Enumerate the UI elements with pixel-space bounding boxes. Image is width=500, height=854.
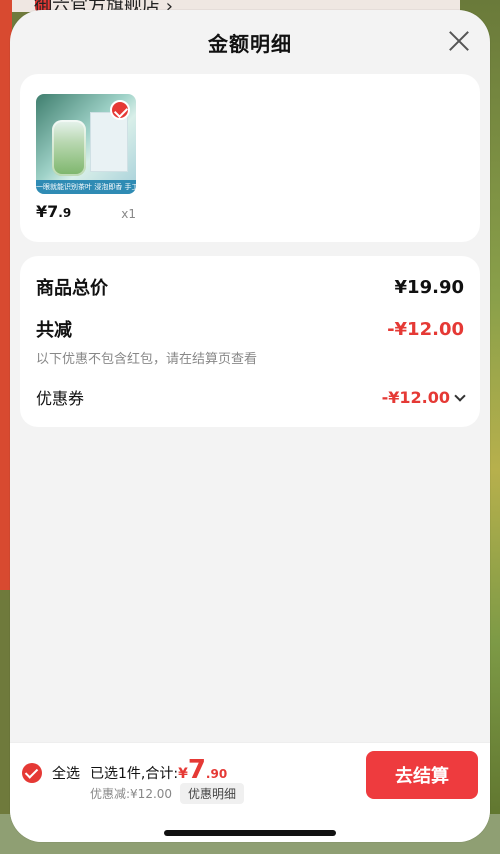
coupon-amount[interactable]: -¥12.00 xyxy=(381,387,466,407)
product-item[interactable]: 一眼就能识别茶叶 浸泡即香 手工瓦片 ¥7.9 x1 xyxy=(36,94,136,221)
coupon-amount-text: -¥12.00 xyxy=(381,387,450,407)
check-icon[interactable] xyxy=(22,763,42,783)
product-card: 一眼就能识别茶叶 浸泡即香 手工瓦片 ¥7.9 x1 xyxy=(20,74,480,242)
total-price-amount: ¥19.90 xyxy=(394,276,464,298)
product-price-decimal: .9 xyxy=(58,206,72,220)
amount-details-modal: 金额明细 一眼就能识别茶叶 浸泡即香 手工瓦片 ¥7.9 x1 商品总价 ¥19… xyxy=(10,10,490,842)
summary-card: 商品总价 ¥19.90 共减 -¥12.00 以下优惠不包含红包，请在结算页查看… xyxy=(20,256,480,427)
product-price: ¥7.9 xyxy=(36,202,71,221)
checkout-bar: 全选 已选1件,合计:¥7.90 优惠减:¥12.00 优惠明细 去结算 xyxy=(10,742,490,842)
total-small: .90 xyxy=(205,767,228,781)
product-thumbnail[interactable]: 一眼就能识别茶叶 浸泡即香 手工瓦片 xyxy=(36,94,136,194)
product-box-graphic xyxy=(90,112,128,172)
product-jar-graphic xyxy=(52,120,86,176)
checkout-button[interactable]: 去结算 xyxy=(366,751,478,799)
total-big: 7 xyxy=(187,755,206,785)
total-prefix: ¥ xyxy=(178,766,188,782)
modal-title: 金额明细 xyxy=(208,31,292,56)
check-icon[interactable] xyxy=(110,100,130,120)
coupon-label: 优惠券 xyxy=(36,389,85,408)
coupon-row[interactable]: 优惠券 -¥12.00 xyxy=(36,385,466,409)
discount-note: 以下优惠不包含红包，请在结算页查看 xyxy=(36,352,258,367)
product-qty: x1 xyxy=(121,207,136,221)
chevron-down-icon[interactable] xyxy=(454,390,466,402)
selected-summary: 已选1件,合计:¥7.90 xyxy=(90,757,227,783)
product-image-strip: 一眼就能识别茶叶 浸泡即香 手工瓦片 xyxy=(36,180,136,194)
total-price-label: 商品总价 xyxy=(36,278,108,299)
discount-detail-button[interactable]: 优惠明细 xyxy=(180,783,245,804)
product-price-main: ¥7 xyxy=(36,202,59,221)
discount-text: 优惠减:¥12.00 xyxy=(90,787,173,801)
close-icon[interactable] xyxy=(446,28,472,54)
product-meta: ¥7.9 x1 xyxy=(36,202,136,221)
selected-text: 已选1件,合计: xyxy=(90,766,179,782)
total-price-row: 商品总价 ¥19.90 xyxy=(36,274,464,300)
home-indicator xyxy=(164,830,336,836)
modal-header: 金额明细 xyxy=(10,10,490,74)
select-all[interactable]: 全选 xyxy=(22,763,80,783)
reduce-row: 共减 -¥12.00 xyxy=(36,316,464,342)
reduce-amount: -¥12.00 xyxy=(387,318,464,340)
select-all-label: 全选 xyxy=(52,766,80,782)
reduce-label: 共减 xyxy=(36,320,72,341)
discount-line: 优惠减:¥12.00 优惠明细 xyxy=(90,783,245,804)
